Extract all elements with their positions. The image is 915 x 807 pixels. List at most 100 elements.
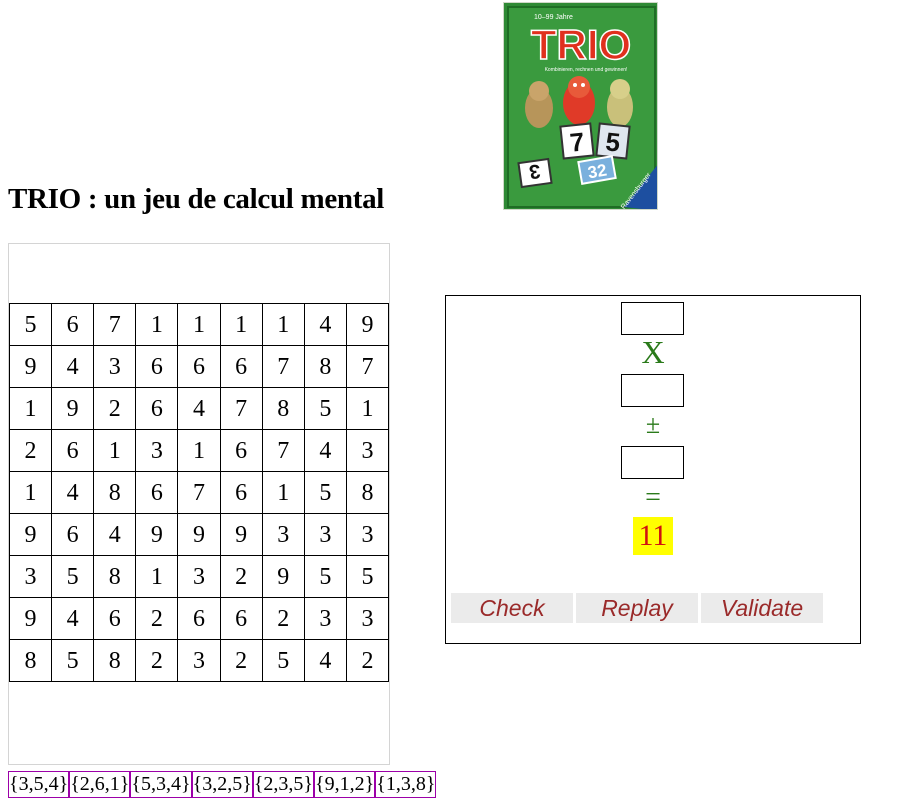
grid-cell[interactable]: 1 xyxy=(261,471,305,514)
grid-cell[interactable]: 8 xyxy=(303,345,347,388)
box-age-text: 10–99 Jahre xyxy=(534,14,573,21)
grid-cell[interactable]: 1 xyxy=(135,555,179,598)
grid-cell[interactable]: 9 xyxy=(219,513,263,556)
grid-cell[interactable]: 2 xyxy=(135,639,179,682)
grid-cell[interactable]: 1 xyxy=(8,471,53,514)
grid-cell[interactable]: 1 xyxy=(219,303,263,346)
grid-cell[interactable]: 6 xyxy=(177,597,221,640)
grid-cell[interactable]: 8 xyxy=(93,471,137,514)
grid-row: 567111149 xyxy=(8,303,390,346)
grid-cell[interactable]: 4 xyxy=(51,345,95,388)
grid-cell[interactable]: 2 xyxy=(93,387,137,430)
grid-cell[interactable]: 4 xyxy=(303,429,347,472)
grid-cell[interactable]: 3 xyxy=(345,597,390,640)
grid-cell[interactable]: 7 xyxy=(93,303,137,346)
grid-cell[interactable]: 5 xyxy=(51,555,95,598)
grid-cell[interactable]: 9 xyxy=(177,513,221,556)
grid-cell[interactable]: 2 xyxy=(219,639,263,682)
grid-cell[interactable]: 5 xyxy=(345,555,390,598)
check-button[interactable]: Check xyxy=(451,593,573,623)
grid-cell[interactable]: 3 xyxy=(345,429,390,472)
trio-chip[interactable]: {1,3,8} xyxy=(375,771,437,798)
grid-cell[interactable]: 7 xyxy=(261,429,305,472)
trio-chip[interactable]: {2,6,1} xyxy=(69,771,131,798)
grid-cell[interactable]: 1 xyxy=(135,303,179,346)
grid-cell[interactable]: 7 xyxy=(345,345,390,388)
grid-cell[interactable]: 3 xyxy=(177,555,221,598)
grid-cell[interactable]: 5 xyxy=(8,303,53,346)
grid-cell[interactable]: 9 xyxy=(8,597,53,640)
replay-button[interactable]: Replay xyxy=(576,593,698,623)
grid-cell[interactable]: 6 xyxy=(219,429,263,472)
grid-cell[interactable]: 2 xyxy=(345,639,390,682)
grid-cell[interactable]: 6 xyxy=(219,471,263,514)
grid-cell[interactable]: 8 xyxy=(261,387,305,430)
grid-cell[interactable]: 2 xyxy=(135,597,179,640)
grid-cell[interactable]: 3 xyxy=(93,345,137,388)
grid-cell[interactable]: 9 xyxy=(8,513,53,556)
grid-cell[interactable]: 8 xyxy=(93,555,137,598)
grid-cell[interactable]: 5 xyxy=(303,387,347,430)
plusminus-operator[interactable]: ± xyxy=(446,410,860,440)
grid-cell[interactable]: 1 xyxy=(345,387,390,430)
grid-cell[interactable]: 7 xyxy=(261,345,305,388)
grid-cell[interactable]: 8 xyxy=(345,471,390,514)
grid-cell[interactable]: 6 xyxy=(93,597,137,640)
grid-cell[interactable]: 5 xyxy=(51,639,95,682)
grid-cell[interactable]: 2 xyxy=(8,429,53,472)
grid-cell[interactable]: 6 xyxy=(51,429,95,472)
trio-chip[interactable]: {5,3,4} xyxy=(130,771,192,798)
grid-cell[interactable]: 9 xyxy=(345,303,390,346)
grid-cell[interactable]: 6 xyxy=(219,345,263,388)
grid-cell[interactable]: 3 xyxy=(8,555,53,598)
grid-cell[interactable]: 6 xyxy=(135,471,179,514)
grid-cell[interactable]: 1 xyxy=(177,303,221,346)
grid-cell[interactable]: 1 xyxy=(261,303,305,346)
validate-button[interactable]: Validate xyxy=(701,593,823,623)
grid-cell[interactable]: 5 xyxy=(261,639,305,682)
grid-cell[interactable]: 3 xyxy=(261,513,305,556)
operand-slot-2[interactable] xyxy=(621,374,684,407)
grid-cell[interactable]: 3 xyxy=(303,513,347,556)
grid-cell[interactable]: 3 xyxy=(303,597,347,640)
grid-cell[interactable]: 4 xyxy=(303,303,347,346)
grid-cell[interactable]: 4 xyxy=(93,513,137,556)
grid-cell[interactable]: 2 xyxy=(219,555,263,598)
grid-cell[interactable]: 3 xyxy=(177,639,221,682)
grid-cell[interactable]: 5 xyxy=(303,555,347,598)
grid-cell[interactable]: 6 xyxy=(135,345,179,388)
grid-cell[interactable]: 6 xyxy=(51,303,95,346)
grid-cell[interactable]: 4 xyxy=(303,639,347,682)
trio-chip[interactable]: {9,1,2} xyxy=(314,771,376,798)
grid-cell[interactable]: 8 xyxy=(93,639,137,682)
calculator-panel: X ± = 11 Check Replay Validate xyxy=(445,295,861,644)
grid-cell[interactable]: 6 xyxy=(219,597,263,640)
grid-cell[interactable]: 7 xyxy=(177,471,221,514)
grid-cell[interactable]: 2 xyxy=(261,597,305,640)
grid-row: 148676158 xyxy=(8,471,390,514)
operand-slot-1[interactable] xyxy=(621,302,684,335)
grid-cell[interactable]: 6 xyxy=(51,513,95,556)
grid-cell[interactable]: 9 xyxy=(51,387,95,430)
grid-cell[interactable]: 9 xyxy=(135,513,179,556)
trio-chip[interactable]: {3,5,4} xyxy=(8,771,70,798)
grid-cell[interactable]: 4 xyxy=(51,471,95,514)
grid-cell[interactable]: 9 xyxy=(261,555,305,598)
grid-cell[interactable]: 6 xyxy=(135,387,179,430)
grid-cell[interactable]: 1 xyxy=(8,387,53,430)
trio-chip[interactable]: {3,2,5} xyxy=(191,771,253,798)
grid-cell[interactable]: 5 xyxy=(303,471,347,514)
grid-cell[interactable]: 7 xyxy=(219,387,263,430)
grid-cell[interactable]: 1 xyxy=(93,429,137,472)
target-number: 11 xyxy=(633,517,673,555)
grid-cell[interactable]: 3 xyxy=(135,429,179,472)
grid-cell[interactable]: 4 xyxy=(177,387,221,430)
grid-cell[interactable]: 4 xyxy=(51,597,95,640)
grid-cell[interactable]: 1 xyxy=(177,429,221,472)
grid-cell[interactable]: 8 xyxy=(8,639,53,682)
operand-slot-3[interactable] xyxy=(621,446,684,479)
grid-cell[interactable]: 6 xyxy=(177,345,221,388)
trio-chip[interactable]: {2,3,5} xyxy=(252,771,315,798)
grid-cell[interactable]: 3 xyxy=(345,513,390,556)
grid-cell[interactable]: 9 xyxy=(8,345,53,388)
